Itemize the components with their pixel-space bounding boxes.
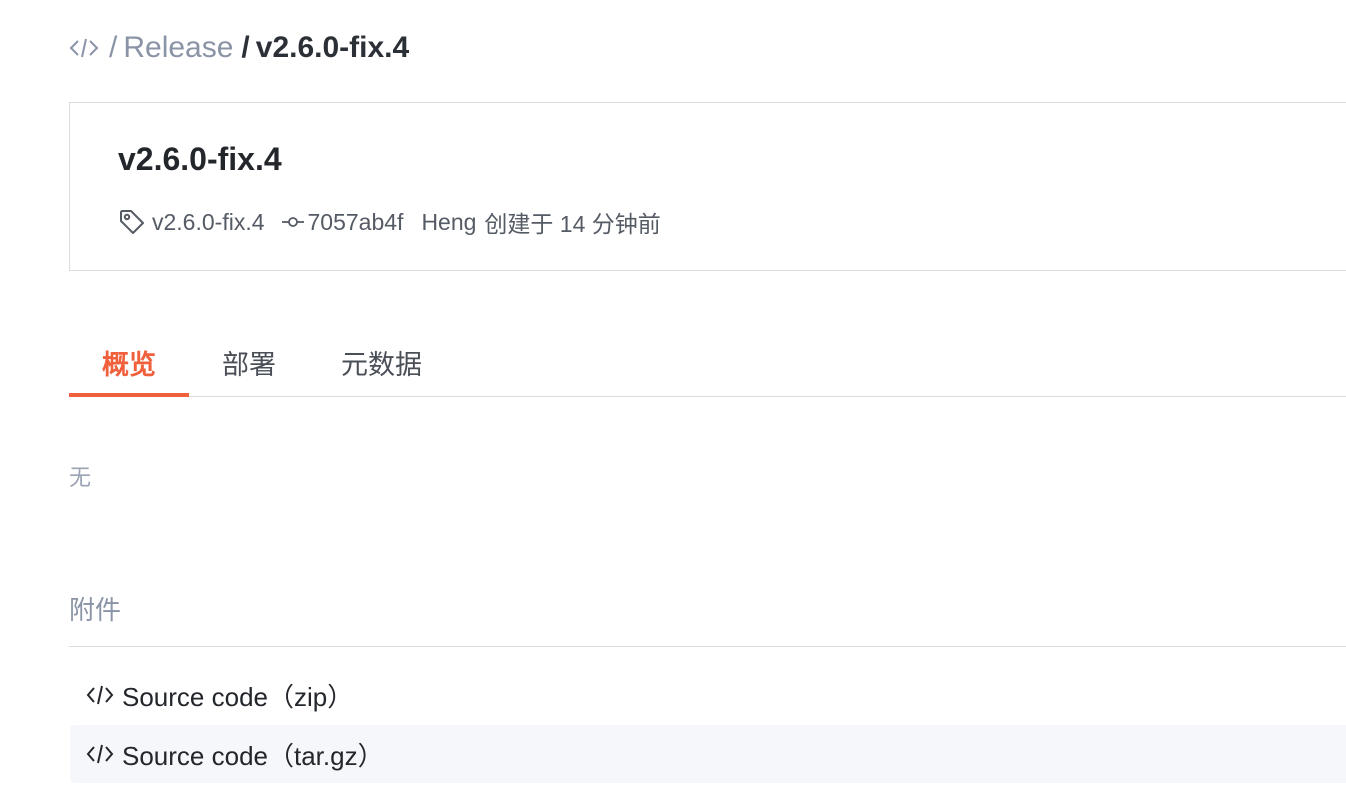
release-title: v2.6.0-fix.4 (118, 141, 282, 177)
tab-metadata[interactable]: 元数据 (341, 328, 422, 396)
active-tab-indicator (69, 393, 189, 397)
attachments-title: 附件 (69, 595, 122, 625)
breadcrumb: / Release / v2.6.0-fix.4 (69, 28, 409, 68)
attachment-label: Source code（tar.gz） (122, 740, 384, 771)
commit-icon (281, 210, 305, 234)
release-commit[interactable]: 7057ab4f (308, 209, 404, 236)
release-created-time: 创建于 14 分钟前 (484, 211, 661, 237)
code-icon[interactable] (69, 36, 99, 60)
code-icon (86, 684, 114, 706)
code-icon (86, 743, 114, 765)
attachment-item-zip[interactable]: Source code（zip） (70, 666, 1346, 724)
section-divider (69, 646, 1346, 647)
release-tag[interactable]: v2.6.0-fix.4 (152, 209, 265, 236)
tab-deploy[interactable]: 部署 (222, 328, 276, 396)
breadcrumb-release-link[interactable]: Release (123, 31, 233, 65)
tab-overview[interactable]: 概览 (102, 328, 156, 396)
attachment-item-targz[interactable]: Source code（tar.gz） (70, 725, 1346, 783)
tag-icon (118, 208, 146, 236)
release-header-card: v2.6.0-fix.4 v2.6.0-fix.4 7057ab4f Heng … (69, 102, 1346, 271)
breadcrumb-current: v2.6.0-fix.4 (255, 31, 410, 64)
breadcrumb-separator: / (109, 31, 118, 64)
release-tabs: 概览 部署 元数据 (69, 328, 1346, 397)
release-author: Heng (421, 208, 477, 235)
release-meta: v2.6.0-fix.4 7057ab4f Heng 创建于 14 分钟前 (118, 205, 661, 239)
overview-empty-text: 无 (69, 465, 92, 490)
breadcrumb-separator: / (241, 31, 250, 64)
attachment-label: Source code（zip） (122, 681, 354, 712)
